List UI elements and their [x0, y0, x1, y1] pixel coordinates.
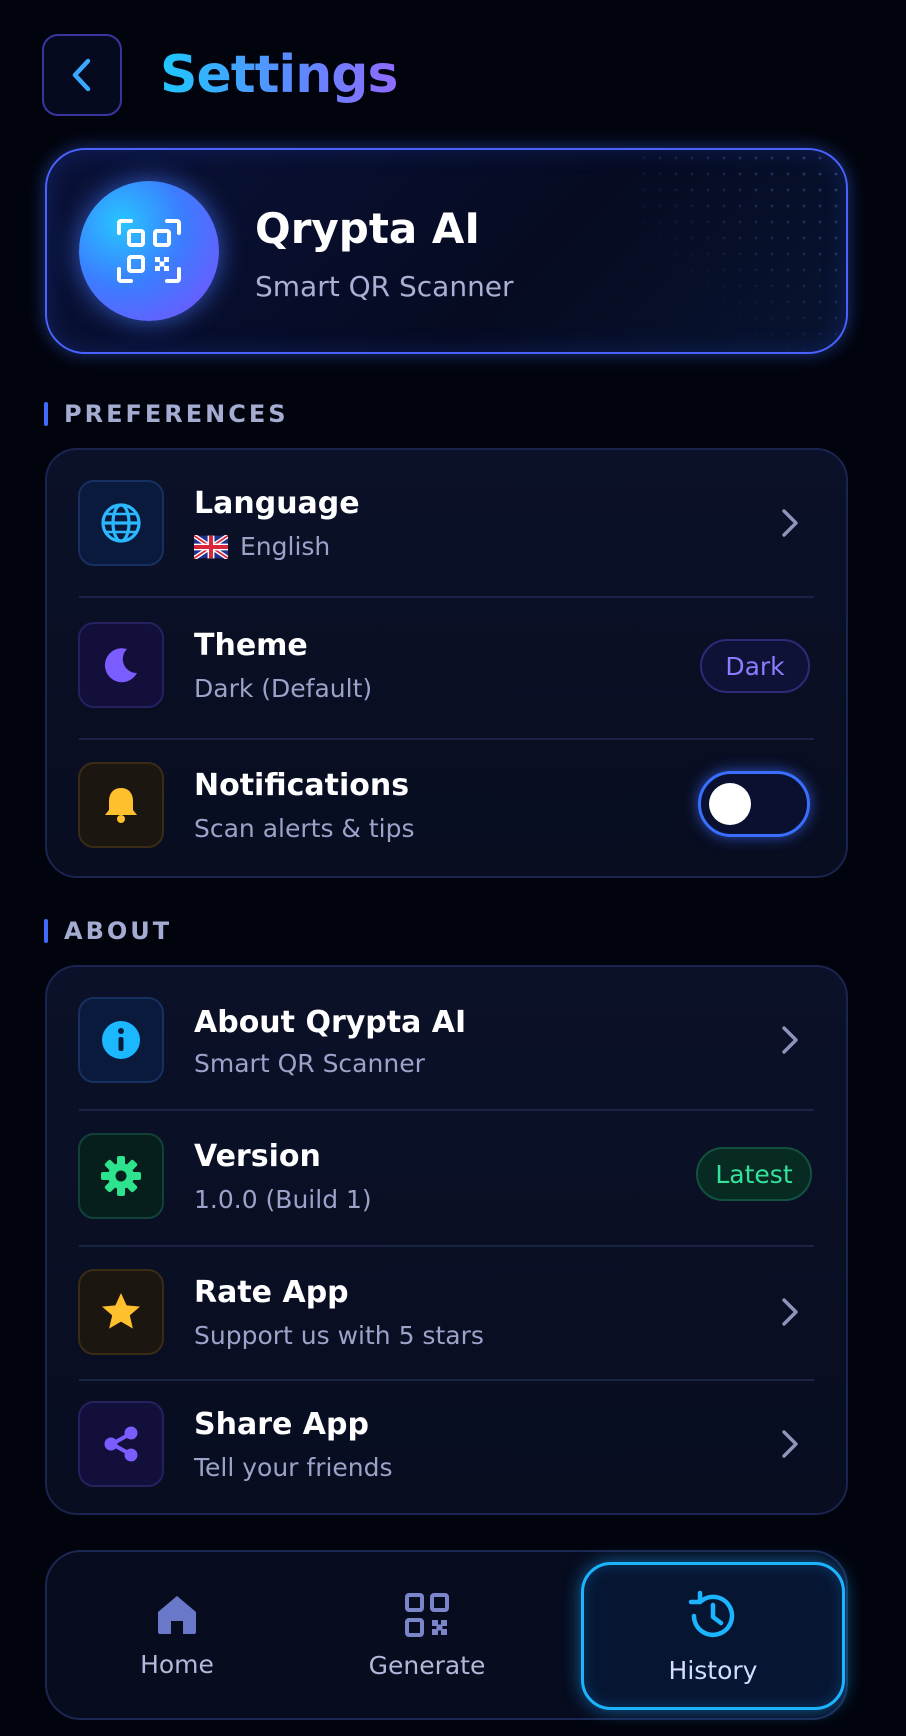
app-hero-card: Qrypta AI Smart QR Scanner: [45, 148, 848, 354]
language-row[interactable]: Language English: [47, 450, 846, 596]
about-app-row[interactable]: About Qrypta AI Smart QR Scanner: [47, 967, 846, 1109]
nav-home-label: Home: [140, 1649, 214, 1679]
version-title: Version: [194, 1139, 321, 1174]
version-value: 1.0.0 (Build 1): [194, 1185, 372, 1214]
nav-history[interactable]: History: [581, 1562, 845, 1710]
app-name: Qrypta AI: [255, 204, 481, 253]
uk-flag-icon: [194, 534, 228, 559]
globe-icon-box: [78, 480, 164, 566]
notifications-title: Notifications: [194, 768, 410, 803]
chevron-right-icon: [782, 1430, 798, 1458]
theme-row[interactable]: Theme Dark (Default) Dark: [47, 598, 846, 738]
chevron-left-icon: [72, 58, 91, 92]
page-title: Settings: [160, 40, 398, 110]
gear-icon: [101, 1156, 141, 1196]
preferences-group: Language English Theme Dark (Default) Da…: [45, 448, 848, 878]
version-badge: Latest: [696, 1147, 812, 1201]
notifications-row: Notifications Scan alerts & tips: [47, 740, 846, 880]
bottom-nav: Home Generate History: [45, 1550, 848, 1720]
history-icon: [688, 1590, 735, 1637]
globe-icon: [101, 503, 141, 543]
dot-pattern-decoration: [636, 150, 846, 350]
nav-generate-label: Generate: [368, 1650, 486, 1680]
back-button[interactable]: [42, 34, 122, 116]
share-app-row[interactable]: Share App Tell your friends: [47, 1381, 846, 1515]
gear-icon-box: [78, 1133, 164, 1219]
rate-app-row[interactable]: Rate App Support us with 5 stars: [47, 1247, 846, 1379]
theme-title: Theme: [194, 628, 308, 663]
nav-home[interactable]: Home: [67, 1552, 287, 1718]
home-icon: [158, 1595, 196, 1634]
notifications-toggle[interactable]: [698, 771, 810, 837]
nav-history-label: History: [668, 1655, 758, 1685]
toggle-knob: [709, 783, 751, 825]
moon-icon-box: [78, 622, 164, 708]
qr-logo-icon: [117, 219, 181, 283]
moon-icon: [104, 648, 137, 683]
share-icon-box: [78, 1401, 164, 1487]
about-app-subtitle: Smart QR Scanner: [194, 1049, 425, 1078]
theme-badge[interactable]: Dark: [700, 639, 810, 693]
bell-icon-box: [78, 762, 164, 848]
chevron-right-icon: [782, 509, 798, 537]
about-app-title: About Qrypta AI: [194, 1005, 467, 1040]
share-icon: [104, 1426, 138, 1462]
language-title: Language: [194, 486, 360, 521]
rate-app-subtitle: Support us with 5 stars: [194, 1321, 484, 1350]
chevron-right-icon: [782, 1298, 798, 1326]
star-icon-box: [78, 1269, 164, 1355]
bell-icon: [105, 788, 137, 823]
notifications-subtitle: Scan alerts & tips: [194, 814, 415, 843]
share-app-title: Share App: [194, 1407, 369, 1442]
star-icon: [102, 1293, 140, 1329]
section-heading-about: ABOUT: [44, 917, 172, 945]
app-tagline: Smart QR Scanner: [255, 270, 514, 303]
qr-icon: [405, 1592, 449, 1637]
section-heading-preferences: PREFERENCES: [44, 400, 289, 428]
theme-value: Dark (Default): [194, 674, 373, 703]
share-app-subtitle: Tell your friends: [194, 1453, 393, 1482]
info-icon-box: [78, 997, 164, 1083]
nav-generate[interactable]: Generate: [317, 1552, 537, 1718]
language-value: English: [240, 532, 331, 561]
version-row: Version 1.0.0 (Build 1) Latest: [47, 1111, 846, 1245]
chevron-right-icon: [782, 1026, 798, 1054]
about-group: About Qrypta AI Smart QR Scanner Version…: [45, 965, 848, 1515]
rate-app-title: Rate App: [194, 1275, 349, 1310]
info-icon: [102, 1021, 140, 1059]
app-logo: [79, 181, 219, 321]
